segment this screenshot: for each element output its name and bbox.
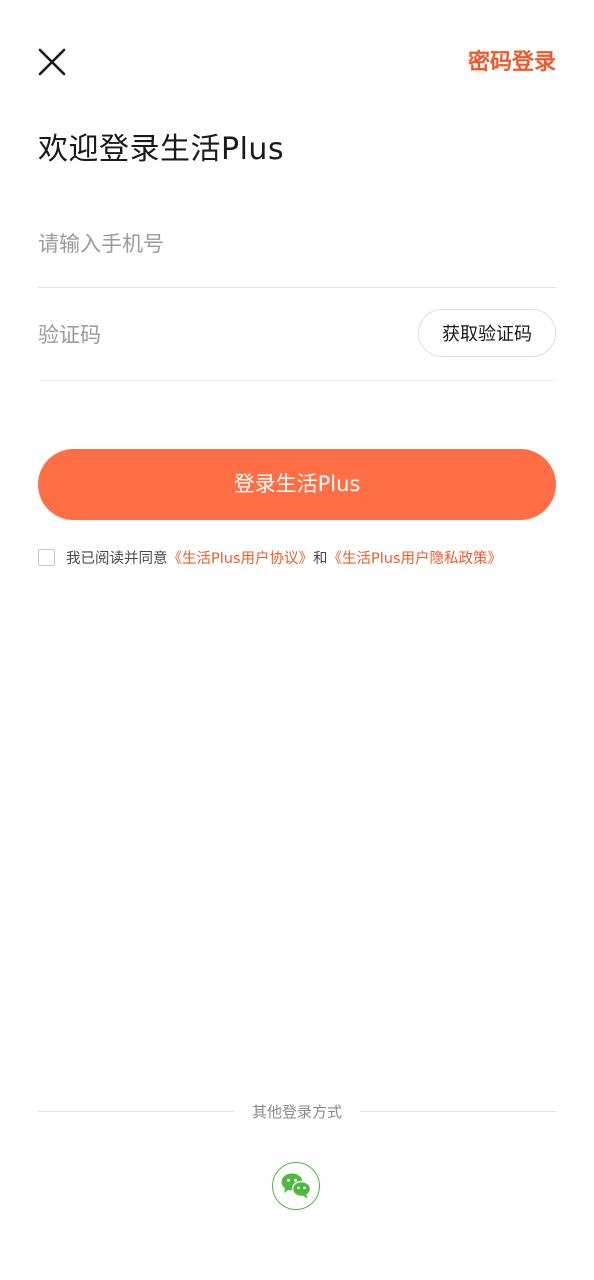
- agreement-checkbox[interactable]: [38, 548, 55, 566]
- close-button[interactable]: [34, 44, 70, 80]
- verification-code-input[interactable]: [38, 290, 398, 380]
- agreement-row: 我已阅读并同意 《生活Plus用户协议》 和 《生活Plus用户隐私政策》: [38, 546, 502, 568]
- page-title: 欢迎登录生活Plus: [38, 132, 285, 167]
- wechat-login-button[interactable]: [272, 1162, 320, 1210]
- phone-input[interactable]: [38, 200, 556, 287]
- wechat-icon: [281, 1173, 312, 1199]
- agreement-conjunction: 和: [313, 550, 328, 567]
- phone-field-row: [38, 200, 556, 288]
- password-login-link[interactable]: 密码登录: [468, 48, 556, 78]
- other-login-label: 其他登录方式: [251, 1103, 342, 1121]
- code-field-row: 获取验证码: [38, 290, 556, 381]
- agreement-prefix: 我已阅读并同意: [66, 550, 168, 567]
- user-agreement-link[interactable]: 《生活Plus用户协议》: [168, 547, 314, 568]
- close-icon: [38, 48, 66, 76]
- divider-left: [38, 1111, 234, 1112]
- get-code-button[interactable]: 获取验证码: [418, 309, 556, 357]
- privacy-policy-link[interactable]: 《生活Plus用户隐私政策》: [328, 547, 503, 568]
- login-button[interactable]: 登录生活Plus: [38, 449, 556, 520]
- divider-right: [360, 1111, 556, 1112]
